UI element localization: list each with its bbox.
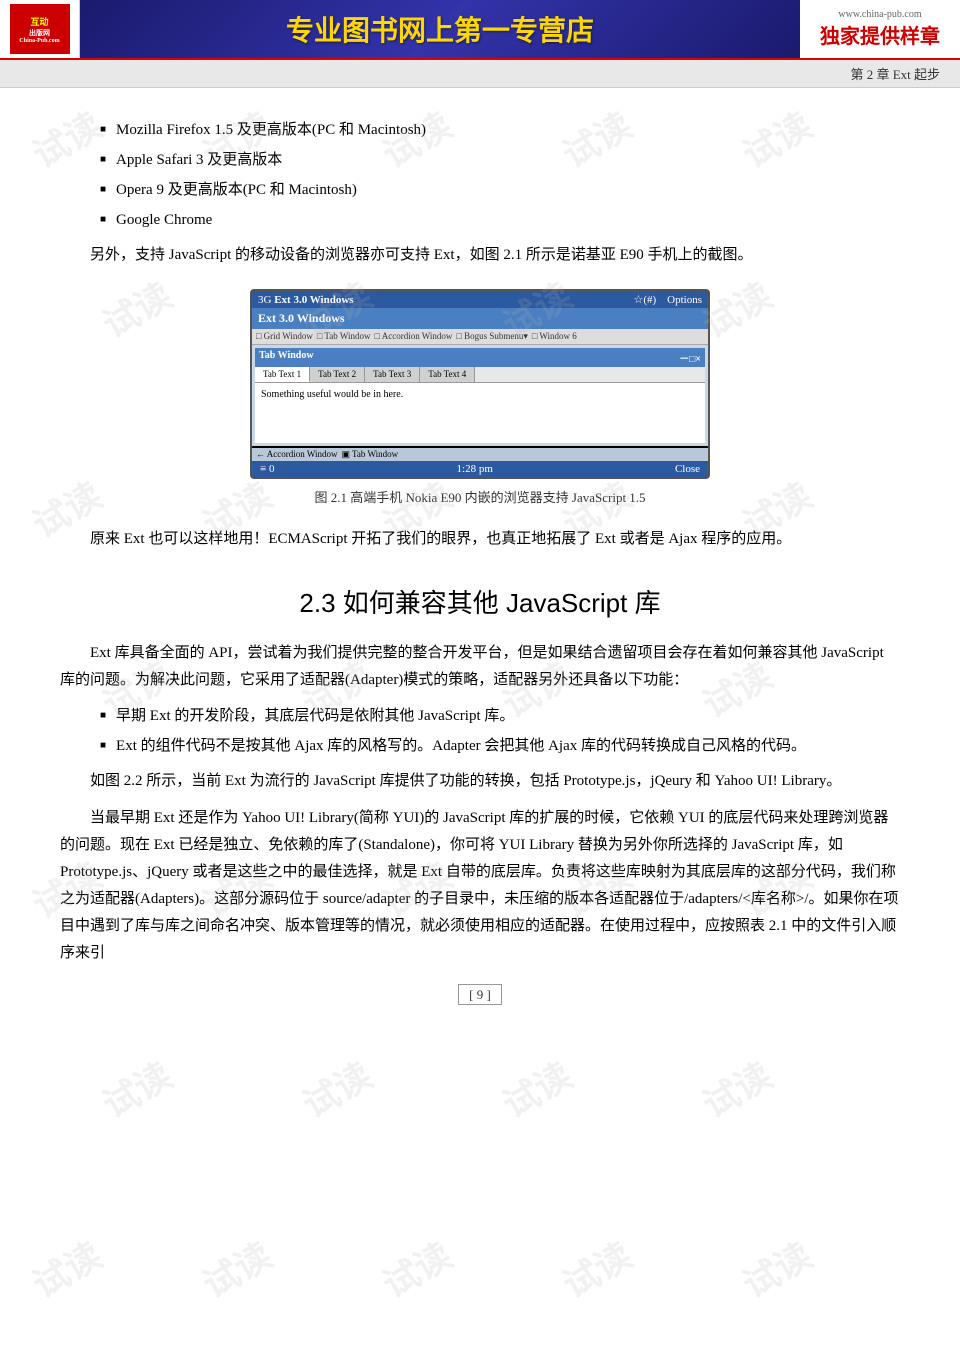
paragraph-2: 原来 Ext 也可以这样地用！ECMAScript 开拓了我们的眼界，也真正地拓… [60,526,900,553]
watermark: 试读 [492,1047,580,1128]
logo-icon: 互动 [30,15,48,28]
page-header-bar: 第 2 章 Ext 起步 [0,60,960,88]
chapter-label: 第 2 章 Ext 起步 [850,67,940,82]
list-item: 早期 Ext 的开发阶段，其底层代码是依附其他 JavaScript 库。 [100,704,900,728]
nokia-accordion: ← Accordion Window ▣ Tab Window [252,448,708,461]
accordion-item: ▣ Tab Window [341,449,398,460]
figure-2-1: 3G Ext 3.0 Windows ☆(#) Options Ext 3.0 … [240,289,720,506]
watermark: 试读 [692,1047,780,1128]
section-heading: 2.3 如何兼容其他 JavaScript 库 [60,583,900,620]
browser-list: Mozilla Firefox 1.5 及更高版本(PC 和 Macintosh… [100,118,900,232]
nokia-win-content: Something useful would be in here. [255,383,705,443]
bottom-time: 1:28 pm [457,463,493,475]
site-url: www.china-pub.com [838,9,921,20]
watermark: 试读 [22,1227,110,1308]
header-center: 专业图书网上第一专营店 [80,0,800,58]
nokia-status-right: ☆(#) Options [633,293,702,306]
toolbar-item: □ Grid Window [256,331,313,342]
site-title: 专业图书网上第一专营店 [286,9,594,49]
watermark: 试读 [192,1227,280,1308]
list-item: Google Chrome [100,208,900,232]
bottom-right: Close [675,463,700,475]
watermark: 试读 [552,1227,640,1308]
nokia-screenshot: 3G Ext 3.0 Windows ☆(#) Options Ext 3.0 … [250,289,710,479]
tab-3[interactable]: Tab Text 3 [365,367,420,382]
nokia-win-titlebar: Tab Window －□× [255,348,705,367]
list-item: Opera 9 及更高版本(PC 和 Macintosh) [100,178,900,202]
watermark: 试读 [372,1227,460,1308]
paragraph-4: 如图 2.2 所示，当前 Ext 为流行的 JavaScript 库提供了功能的… [60,768,900,795]
toolbar-item: □ Bogus Submenu▾ [456,331,527,342]
page-number: [ 9 ] [60,987,900,1003]
nokia-statusbar: 3G Ext 3.0 Windows ☆(#) Options [252,291,708,308]
accordion-item: ← Accordion Window [256,449,337,460]
logo-box: 互动 出版网 China-Pub.com [10,4,70,54]
list-item: Apple Safari 3 及更高版本 [100,148,900,172]
tab-4[interactable]: Tab Text 4 [420,367,475,382]
list-item: Mozilla Firefox 1.5 及更高版本(PC 和 Macintosh… [100,118,900,142]
figure-caption: 图 2.1 高端手机 Nokia E90 内嵌的浏览器支持 JavaScript… [314,487,645,506]
win-title: Tab Window [259,350,314,365]
watermark: 试读 [92,1047,180,1128]
toolbar-item: □ Window 6 [532,331,577,342]
paragraph-5: 当最早期 Ext 还是作为 Yahoo UI! Library(简称 YUI)的… [60,805,900,967]
nokia-window-area: Tab Window －□× Tab Text 1 Tab Text 2 Tab… [252,345,708,446]
nokia-win-tabs: Tab Text 1 Tab Text 2 Tab Text 3 Tab Tex… [255,367,705,383]
nokia-bottombar: ≡ 0 1:28 pm Close [252,461,708,477]
watermark: 试读 [732,1227,820,1308]
toolbar-item: □ Accordion Window [375,331,453,342]
list-item: Ext 的组件代码不是按其他 Ajax 库的风格写的。Adapter 会把其他 … [100,734,900,758]
adapter-list: 早期 Ext 的开发阶段，其底层代码是依附其他 JavaScript 库。 Ex… [100,704,900,758]
nokia-toolbar: □ Grid Window □ Tab Window □ Accordion W… [252,329,708,345]
paragraph-1: 另外，支持 JavaScript 的移动设备的浏览器亦可支持 Ext，如图 2.… [60,242,900,269]
main-content: Mozilla Firefox 1.5 及更高版本(PC 和 Macintosh… [0,88,960,1033]
tab-2[interactable]: Tab Text 2 [310,367,365,382]
logo-area: 互动 出版网 China-Pub.com [0,0,80,58]
logo-text2: China-Pub.com [19,38,59,44]
header: 互动 出版网 China-Pub.com 专业图书网上第一专营店 www.chi… [0,0,960,60]
bottom-left: ≡ 0 [260,463,274,475]
paragraph-3: Ext 库具备全面的 API，尝试着为我们提供完整的整合开发平台，但是如果结合遗… [60,640,900,694]
nokia-titlebar: Ext 3.0 Windows [252,308,708,329]
toolbar-item: □ Tab Window [317,331,371,342]
tab-1[interactable]: Tab Text 1 [255,367,310,382]
logo-text1: 出版网 [29,28,50,38]
site-slogan: 独家提供样章 [820,20,940,49]
win-controls: －□× [679,350,701,365]
watermark: 试读 [292,1047,380,1128]
nokia-status-left: 3G Ext 3.0 Windows [258,294,354,306]
header-right: www.china-pub.com 独家提供样章 [800,0,960,58]
